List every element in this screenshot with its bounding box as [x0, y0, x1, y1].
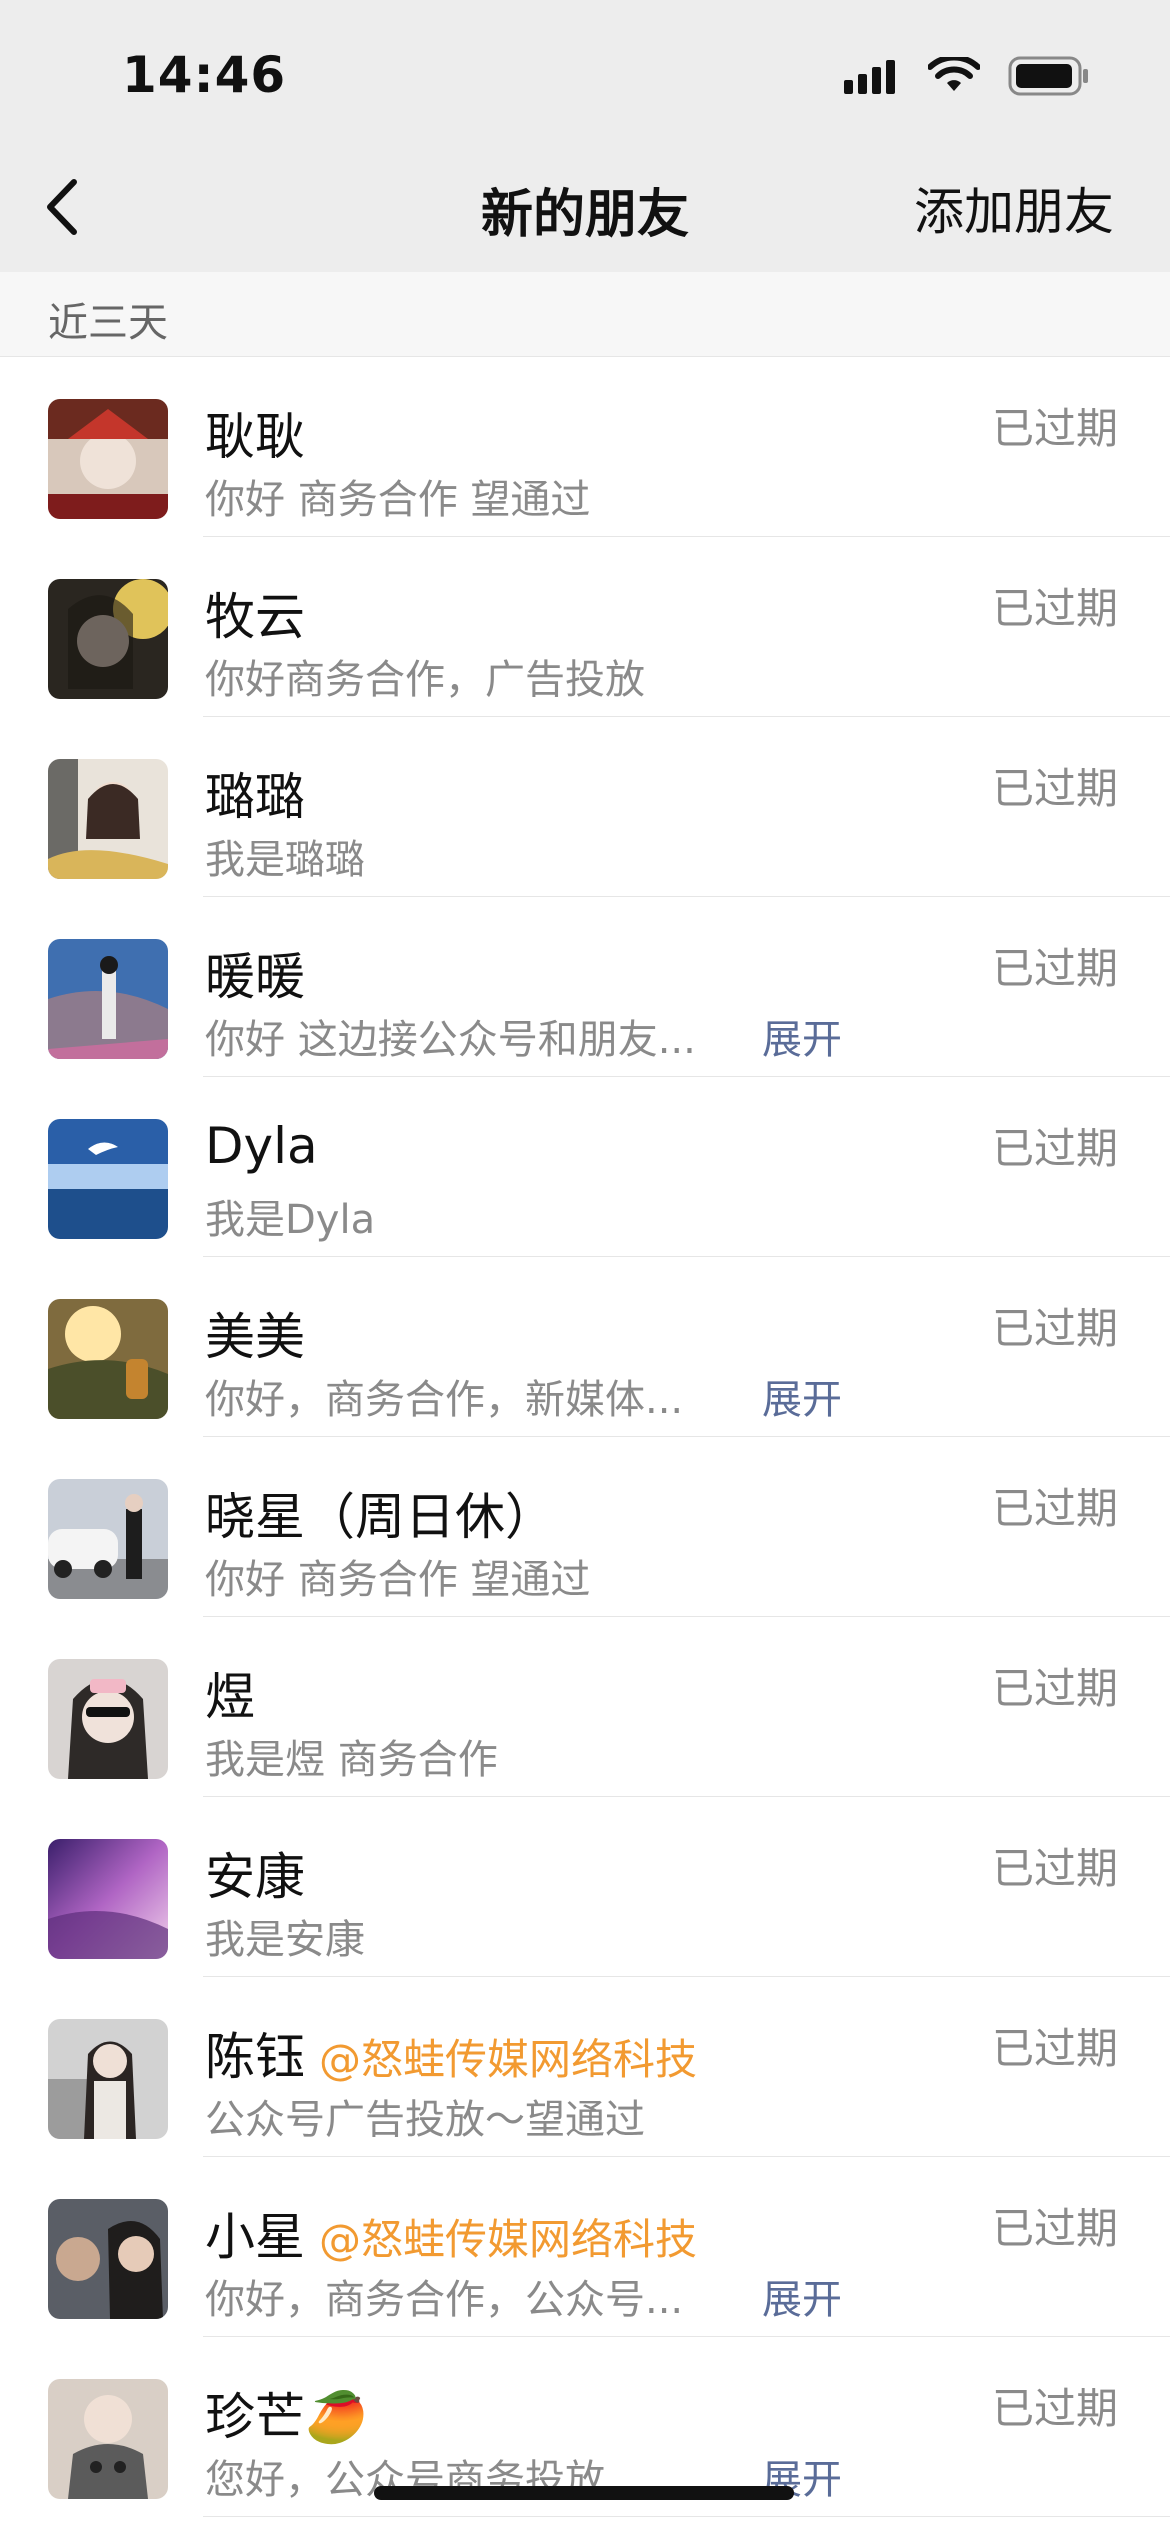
status-label: 已过期	[991, 404, 1118, 453]
avatar[interactable]	[48, 1839, 168, 1959]
avatar[interactable]	[48, 2199, 168, 2319]
battery-icon	[1008, 56, 1088, 96]
status-label: 已过期	[991, 1304, 1118, 1353]
section-header: 近三天	[0, 272, 1170, 357]
friend-request-list: 耿耿 你好 商务合作 望通过 已过期 牧云 你好商务合作，广告投放 已过期 璐璐…	[0, 357, 1170, 2517]
section-label: 近三天	[48, 300, 168, 346]
contact-name: 暖暖	[205, 948, 305, 1006]
request-message: 你好商务合作，广告投放	[205, 657, 645, 703]
divider	[203, 2516, 1170, 2517]
request-message: 我是璐璐	[205, 837, 365, 883]
friend-request-row[interactable]: 牧云 你好商务合作，广告投放 已过期	[0, 537, 1170, 717]
wifi-icon	[928, 57, 980, 91]
expand-link[interactable]: 展开	[762, 1007, 842, 1065]
friend-request-row[interactable]: 暖暖 你好 这边接公众号和朋友... 展开 已过期	[0, 897, 1170, 1077]
status-label: 已过期	[991, 1664, 1118, 1713]
status-label: 已过期	[991, 764, 1118, 813]
status-label: 已过期	[991, 1844, 1118, 1893]
contact-name: 晓星（周日休）	[205, 1488, 555, 1546]
contact-name: 美美	[205, 1308, 305, 1366]
status-label: 已过期	[991, 2204, 1118, 2253]
friend-request-row[interactable]: 陈钰 @怒蛙传媒网络科技 公众号广告投放～望通过 已过期	[0, 1977, 1170, 2157]
request-message: 你好 商务合作 望通过	[205, 1557, 591, 1603]
status-icons	[844, 54, 1090, 98]
friend-request-row[interactable]: 美美 你好，商务合作，新媒体... 展开 已过期	[0, 1257, 1170, 1437]
status-label: 已过期	[991, 584, 1118, 633]
status-label: 已过期	[991, 2024, 1118, 2073]
request-message: 你好 这边接公众号和朋友...	[205, 1017, 696, 1063]
contact-name: 小星 @怒蛙传媒网络科技	[205, 2208, 698, 2266]
friend-request-row[interactable]: 耿耿 你好 商务合作 望通过 已过期	[0, 357, 1170, 537]
request-message: 我是煜 商务合作	[205, 1737, 498, 1783]
friend-request-row[interactable]: 安康 我是安康 已过期	[0, 1797, 1170, 1977]
status-label: 已过期	[991, 944, 1118, 993]
request-message: 你好，商务合作，公众号...	[205, 2277, 684, 2323]
request-message: 你好 商务合作 望通过	[205, 477, 591, 523]
avatar[interactable]	[48, 1119, 168, 1239]
contact-name: 安康	[205, 1848, 305, 1906]
friend-request-row[interactable]: 晓星（周日休） 你好 商务合作 望通过 已过期	[0, 1437, 1170, 1617]
friend-request-row[interactable]: 煜 我是煜 商务合作 已过期	[0, 1617, 1170, 1797]
avatar[interactable]	[48, 2379, 168, 2499]
top-bar: 14:46 新的朋友 添加朋友	[0, 0, 1170, 272]
avatar[interactable]	[48, 399, 168, 519]
avatar[interactable]	[48, 2019, 168, 2139]
avatar[interactable]	[48, 1299, 168, 1419]
contact-name: 耿耿	[205, 408, 305, 466]
add-friend-button[interactable]: 添加朋友	[914, 172, 1114, 244]
contact-name: 珍芒🥭	[205, 2388, 368, 2446]
home-indicator[interactable]	[374, 2486, 794, 2500]
contact-name: 璐璐	[205, 768, 305, 826]
friend-request-row[interactable]: Dyla 我是Dyla 已过期	[0, 1077, 1170, 1257]
friend-request-row[interactable]: 小星 @怒蛙传媒网络科技 你好，商务合作，公众号... 展开 已过期	[0, 2157, 1170, 2337]
status-label: 已过期	[991, 1484, 1118, 1533]
cellular-signal-icon	[844, 60, 895, 94]
request-message: 你好，商务合作，新媒体...	[205, 1377, 684, 1423]
expand-link[interactable]: 展开	[762, 1367, 842, 1425]
status-label: 已过期	[991, 1124, 1118, 1173]
contact-name: 陈钰 @怒蛙传媒网络科技	[205, 2028, 698, 2086]
avatar[interactable]	[48, 1479, 168, 1599]
contact-name: Dyla	[205, 1117, 318, 1175]
avatar[interactable]	[48, 579, 168, 699]
status-time: 14:46	[122, 46, 287, 104]
expand-link[interactable]: 展开	[762, 2267, 842, 2325]
friend-request-row[interactable]: 璐璐 我是璐璐 已过期	[0, 717, 1170, 897]
avatar[interactable]	[48, 1659, 168, 1779]
request-message: 我是安康	[205, 1917, 365, 1963]
avatar[interactable]	[48, 939, 168, 1059]
contact-name: 牧云	[205, 588, 305, 646]
request-message: 公众号广告投放～望通过	[205, 2097, 645, 2143]
request-message: 我是Dyla	[205, 1197, 376, 1243]
status-label: 已过期	[991, 2384, 1118, 2433]
avatar[interactable]	[48, 759, 168, 879]
contact-name: 煜	[205, 1668, 255, 1726]
